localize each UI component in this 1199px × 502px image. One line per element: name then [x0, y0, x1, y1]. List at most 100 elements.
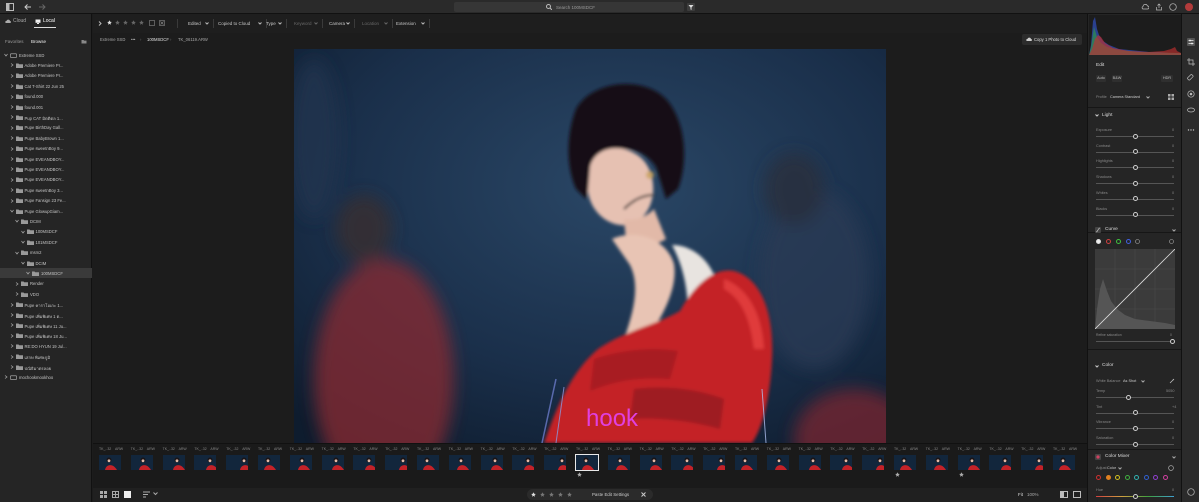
edit-sliders-icon[interactable]: [1187, 38, 1195, 46]
chevron-right-icon[interactable]: [10, 313, 14, 317]
slider-value[interactable]: 0: [1172, 420, 1174, 424]
folder-tree-item[interactable]: Pupe sweetnBoy 3...: [0, 185, 92, 195]
filmstrip-thumbnail[interactable]: [226, 455, 249, 470]
folder-tree-item[interactable]: Extreme SSD: [0, 50, 92, 60]
filmstrip-thumbnail[interactable]: [671, 455, 694, 470]
detail-view-icon[interactable]: [124, 491, 131, 498]
chevron-down-icon[interactable]: [15, 251, 19, 255]
folder-tree-item[interactable]: Pupe sweetnBoy 9...: [0, 144, 92, 154]
chevron-down-icon[interactable]: [4, 53, 8, 57]
filmstrip-thumbnail[interactable]: [99, 455, 121, 470]
filmstrip-thumbnail[interactable]: [575, 454, 599, 471]
chevron-down-icon[interactable]: [278, 22, 282, 25]
filmstrip-thumbnail[interactable]: [162, 455, 185, 470]
filmstrip-thumbnail[interactable]: [925, 455, 948, 470]
curve-point-icon[interactable]: [1135, 239, 1140, 244]
chevron-down-icon[interactable]: [384, 22, 388, 25]
crop-icon[interactable]: [1187, 58, 1195, 66]
chevron-right-icon[interactable]: [10, 126, 14, 130]
zoom-fit-label[interactable]: Fit: [1018, 492, 1023, 497]
folder-tree-item[interactable]: Pupe EVEANDBOY...: [0, 175, 92, 185]
color-swatch[interactable]: [1096, 475, 1101, 480]
filter-edited[interactable]: Edited: [188, 21, 201, 26]
compare-icon[interactable]: [1060, 491, 1068, 498]
panel-toggle-icon[interactable]: [6, 3, 14, 11]
folder-tree-item[interactable]: Adobe Premiere Pr...: [0, 60, 92, 70]
breadcrumb-more[interactable]: •••: [131, 37, 135, 42]
chevron-down-icon[interactable]: [205, 22, 209, 25]
folder-tree-item[interactable]: found.000: [0, 92, 92, 102]
add-folder-icon[interactable]: [81, 39, 87, 44]
chevron-right-icon[interactable]: [10, 157, 14, 161]
folder-tree-item[interactable]: 101MSDCF: [0, 237, 92, 247]
slider-value[interactable]: 5050: [1166, 389, 1174, 393]
chevron-down-icon[interactable]: [1118, 467, 1122, 470]
filmstrip-thumbnail[interactable]: [957, 455, 980, 470]
chevron-down-icon[interactable]: [1172, 456, 1176, 459]
color-swatch[interactable]: [1105, 475, 1111, 480]
slider-value[interactable]: 0: [1172, 144, 1174, 148]
folder-tree-item[interactable]: VDO: [0, 289, 92, 299]
chevron-right-icon[interactable]: [10, 178, 14, 182]
chevron-right-icon[interactable]: [10, 323, 14, 328]
folder-tree-item[interactable]: Pupe BirthDay Gall...: [0, 123, 92, 133]
chevron-right-icon[interactable]: [10, 365, 14, 369]
forward-arrow-icon[interactable]: [38, 3, 46, 11]
curve-channel-blue[interactable]: [1126, 239, 1131, 244]
filter-icon[interactable]: [687, 3, 695, 11]
filmstrip-thumbnail[interactable]: [798, 455, 821, 470]
chevron-right-icon[interactable]: [10, 136, 14, 140]
slider-thumb[interactable]: [1133, 180, 1138, 186]
square-grid-icon[interactable]: [112, 491, 119, 498]
slider-thumb[interactable]: [1133, 196, 1138, 202]
chevron-down-icon[interactable]: [1095, 365, 1099, 368]
healing-brush-icon[interactable]: [1187, 74, 1195, 82]
slider-thumb[interactable]: [1133, 425, 1138, 431]
main-photo[interactable]: hook: [294, 49, 886, 443]
slider-value[interactable]: 0: [1172, 175, 1174, 179]
filter-type[interactable]: Type: [266, 21, 276, 26]
chevron-down-icon[interactable]: [20, 240, 25, 244]
color-section-title[interactable]: Color: [1102, 363, 1113, 368]
cloud-sync-icon[interactable]: [1141, 3, 1149, 11]
more-icon[interactable]: [1187, 126, 1195, 134]
filter-location[interactable]: Location: [362, 21, 379, 26]
folder-tree-item[interactable]: RE:DO HYUN 19 Jul...: [0, 341, 92, 351]
chevron-down-icon[interactable]: [1095, 114, 1099, 117]
search-input[interactable]: Search 100MSDCF: [454, 2, 684, 12]
folder-tree-item[interactable]: 100MSDCF: [0, 268, 92, 279]
paste-edit-settings-button[interactable]: Paste Edit Settings: [592, 492, 629, 497]
hdr-button[interactable]: HDR: [1161, 75, 1173, 82]
profile-select[interactable]: Camera Standard: [1110, 95, 1140, 99]
filmstrip-thumbnail[interactable]: [735, 455, 757, 470]
chevron-right-icon[interactable]: [10, 198, 14, 203]
color-swatch[interactable]: [1124, 475, 1130, 480]
back-arrow-icon[interactable]: [24, 3, 32, 11]
color-swatch[interactable]: [1153, 475, 1158, 480]
zoom-percent-label[interactable]: 100%: [1027, 492, 1039, 497]
chevron-right-icon[interactable]: [10, 74, 14, 78]
chevron-down-icon[interactable]: [1172, 229, 1176, 232]
chevron-down-icon[interactable]: [15, 219, 19, 223]
chevron-down-icon[interactable]: [1141, 380, 1145, 383]
slider-value[interactable]: 0: [1172, 128, 1174, 132]
chevron-down-icon[interactable]: [313, 22, 318, 25]
star-icon[interactable]: [531, 491, 536, 497]
slider-thumb[interactable]: [1133, 212, 1138, 217]
chevron-right-icon[interactable]: [10, 334, 14, 338]
filmstrip-thumbnail[interactable]: [130, 455, 153, 470]
filmstrip-thumbnail[interactable]: [544, 455, 567, 470]
folder-tree-item[interactable]: Pupe เพิ่มพิเศษ 18 Ju...: [0, 331, 92, 341]
filmstrip-thumbnail[interactable]: [1053, 455, 1075, 470]
chevron-right-icon[interactable]: [10, 105, 14, 109]
star-icon[interactable]: [107, 19, 112, 25]
eyedropper-icon[interactable]: [1169, 378, 1175, 384]
slider-value[interactable]: +4: [1172, 405, 1176, 409]
reject-icon[interactable]: [641, 492, 646, 497]
filter-copied-to-cloud[interactable]: Copied to Cloud: [218, 21, 250, 26]
chevron-right-icon[interactable]: [10, 344, 14, 348]
tab-browse[interactable]: Browse: [31, 39, 46, 44]
tab-favorites[interactable]: Favorites: [5, 39, 24, 44]
target-adjust-icon[interactable]: [1168, 465, 1174, 471]
folder-tree-item[interactable]: Cat T-Shirt 22 Jun 25: [0, 81, 92, 91]
